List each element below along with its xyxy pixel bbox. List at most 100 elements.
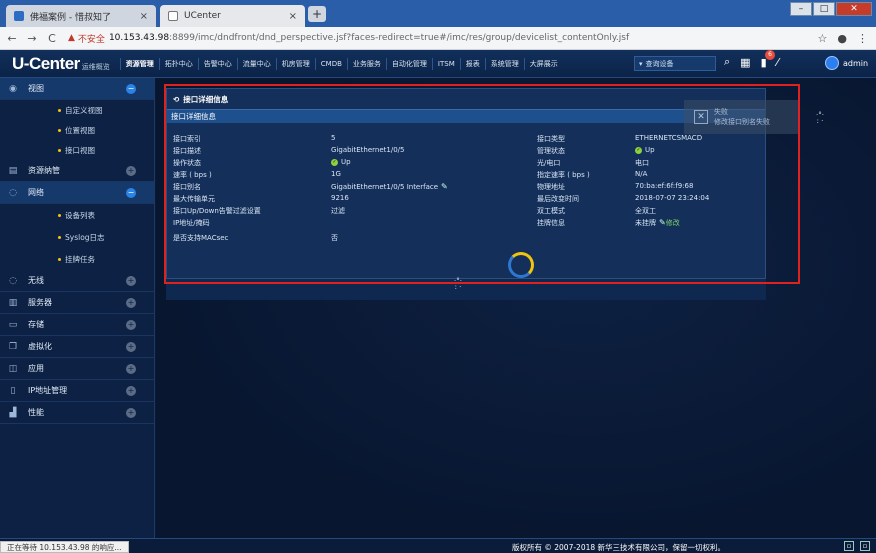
new-tab-button[interactable]: + <box>308 6 326 22</box>
back-icon[interactable]: ← <box>4 32 20 45</box>
expand-icon[interactable]: + <box>126 386 136 396</box>
nav-alarm[interactable]: 告警中心 <box>197 57 237 70</box>
notification-badge: 6 <box>765 50 775 60</box>
nav-report[interactable]: 报表 <box>459 57 485 70</box>
bookmark-star-icon[interactable]: ☆ <box>818 32 828 45</box>
top-nav: 资源管理 拓扑中心 告警中心 流量中心 机房管理 CMDB 业务服务 自动化管理… <box>119 57 563 70</box>
sidebar-sub-device-list[interactable]: 设备列表 <box>0 204 154 226</box>
address-bar: ← → C ▲ 不安全 10.153.43.98:8899/imc/dndfro… <box>0 27 876 50</box>
maximize-icon[interactable]: □ <box>813 2 835 16</box>
performance-icon: ▟ <box>9 407 17 418</box>
avatar <box>825 56 839 70</box>
nav-bigscreen[interactable]: 大屏展示 <box>523 57 563 70</box>
wand-icon[interactable]: ⁄ <box>777 56 779 69</box>
virtual-icon: ❐ <box>8 341 18 352</box>
sidebar-sub-label: 设备列表 <box>65 210 95 220</box>
sidebar-sub-label: 挂牌任务 <box>65 254 95 264</box>
overview-link[interactable]: 运维概览 <box>82 62 110 72</box>
sidebar-item-label: 资源纳管 <box>28 166 60 175</box>
sidebar-item-label: 性能 <box>28 408 44 417</box>
profile-icon[interactable]: ● <box>837 32 847 45</box>
sidebar-sub-custom-view[interactable]: 自定义视图 <box>0 100 154 120</box>
nav-business[interactable]: 业务服务 <box>346 57 386 70</box>
sidebar-sub-location-view[interactable]: 位置视图 <box>0 120 154 140</box>
sidebar-item-label: 无线 <box>28 276 44 285</box>
expand-icon[interactable]: + <box>126 342 136 352</box>
sidebar-item-label: 网络 <box>28 188 44 197</box>
reload-icon[interactable]: C <box>44 32 60 45</box>
sidebar-item-label: IP地址管理 <box>28 386 68 395</box>
wireless-icon: ◌ <box>9 275 17 286</box>
nav-system[interactable]: 系统管理 <box>484 57 524 70</box>
search-placeholder: 查询设备 <box>645 59 674 68</box>
expand-icon[interactable]: + <box>126 364 136 374</box>
close-tab-icon[interactable]: × <box>140 11 148 22</box>
sidebar-item-server[interactable]: ▥ 服务器 + <box>0 292 154 314</box>
expand-icon[interactable]: + <box>126 298 136 308</box>
url-path: :8899/imc/dndfront/dnd_perspective.jsf?f… <box>169 33 630 43</box>
sidebar-sub-label: 自定义视图 <box>65 105 103 115</box>
collapse-icon[interactable]: − <box>126 84 136 94</box>
browser-status: 正在等待 10.153.43.98 的响应... <box>0 541 129 553</box>
search-icon[interactable]: ⌕ <box>724 55 730 69</box>
expand-icon[interactable]: + <box>126 276 136 286</box>
sidebar-item-view[interactable]: ◉ 视图 − <box>0 78 154 100</box>
sidebar-item-ip[interactable]: ▯ IP地址管理 + <box>0 380 154 402</box>
browser-tab-1[interactable]: 佛福案例 - 惜叔知了 × <box>6 5 156 27</box>
app-logo[interactable]: U-Center <box>12 54 80 74</box>
tab-title: UCenter <box>184 11 221 21</box>
nav-cmdb[interactable]: CMDB <box>314 57 347 70</box>
copyright: 版权所有 © 2007-2018 新华三技术有限公司，保留一切权利。 <box>512 543 726 552</box>
sidebar-sub-syslog[interactable]: Syslog日志 <box>0 226 154 248</box>
sidebar-sub-label: 位置视图 <box>65 125 95 135</box>
server-icon: ▥ <box>8 297 18 308</box>
sidebar-item-network[interactable]: ◌ 网络 − <box>0 182 154 204</box>
sidebar-item-label: 存储 <box>28 320 44 329</box>
sidebar-item-wireless[interactable]: ◌ 无线 + <box>0 270 154 292</box>
user-menu[interactable]: admin <box>825 56 868 70</box>
nav-resource[interactable]: 资源管理 <box>119 57 159 70</box>
tab-title: 佛福案例 - 惜叔知了 <box>30 12 111 23</box>
sidebar-sub-label: 接口视图 <box>65 145 95 155</box>
nav-datacenter[interactable]: 机房管理 <box>275 57 315 70</box>
footer-fullscreen-icon[interactable]: ▫ <box>860 541 870 551</box>
close-tab-icon[interactable]: × <box>289 11 297 22</box>
collapse-icon[interactable]: − <box>126 188 136 198</box>
forward-icon[interactable]: → <box>24 32 40 45</box>
storage-icon: ▭ <box>8 319 18 330</box>
url-field[interactable]: 10.153.43.98:8899/imc/dndfront/dnd_persp… <box>109 33 629 43</box>
minimize-icon[interactable]: – <box>790 2 812 16</box>
window-close-icon[interactable]: ✕ <box>836 2 872 16</box>
username: admin <box>843 58 869 68</box>
browser-tab-2[interactable]: UCenter × <box>160 5 305 27</box>
sidebar-item-resource[interactable]: ▤ 资源纳管 + <box>0 160 154 182</box>
header-icons: ⌕ ▦ ▮ ⁄ 6 <box>724 50 779 69</box>
footer-expand-icon[interactable]: ▫ <box>844 541 854 551</box>
security-warning[interactable]: ▲ 不安全 <box>68 32 105 45</box>
expand-icon[interactable]: + <box>126 408 136 418</box>
search-type-icon: ▾ <box>639 59 643 68</box>
browser-tabstrip: 佛福案例 - 惜叔知了 × UCenter × + – □ ✕ <box>0 0 876 27</box>
app-icon: ◫ <box>8 363 18 374</box>
sidebar-sub-interface-view[interactable]: 接口视图 <box>0 140 154 160</box>
nav-automation[interactable]: 自动化管理 <box>385 57 432 70</box>
calendar-icon: ▤ <box>8 165 18 176</box>
document-icon <box>168 11 178 21</box>
sidebar: ◉ 视图 − 自定义视图 位置视图 接口视图 ▤ 资源纳管 + ◌ 网络 − 设… <box>0 78 155 538</box>
sidebar-item-virtual[interactable]: ❐ 虚拟化 + <box>0 336 154 358</box>
sidebar-sub-tag-task[interactable]: 挂牌任务 <box>0 248 154 270</box>
sidebar-item-performance[interactable]: ▟ 性能 + <box>0 402 154 424</box>
chart-icon[interactable]: ▦ <box>740 56 750 69</box>
expand-icon[interactable]: + <box>126 166 136 176</box>
footer: 版权所有 © 2007-2018 新华三技术有限公司，保留一切权利。 ▫ ▫ <box>0 538 876 553</box>
sidebar-item-app[interactable]: ◫ 应用 + <box>0 358 154 380</box>
app-header: U-Center 运维概览 资源管理 拓扑中心 告警中心 流量中心 机房管理 C… <box>0 50 876 78</box>
sidebar-item-label: 虚拟化 <box>28 342 52 351</box>
nav-topology[interactable]: 拓扑中心 <box>158 57 198 70</box>
device-search[interactable]: ▾ 查询设备 <box>634 56 716 71</box>
sidebar-item-storage[interactable]: ▭ 存储 + <box>0 314 154 336</box>
nav-itsm[interactable]: ITSM <box>431 57 460 70</box>
menu-icon[interactable]: ⋮ <box>857 32 868 45</box>
nav-traffic[interactable]: 流量中心 <box>236 57 276 70</box>
expand-icon[interactable]: + <box>126 320 136 330</box>
